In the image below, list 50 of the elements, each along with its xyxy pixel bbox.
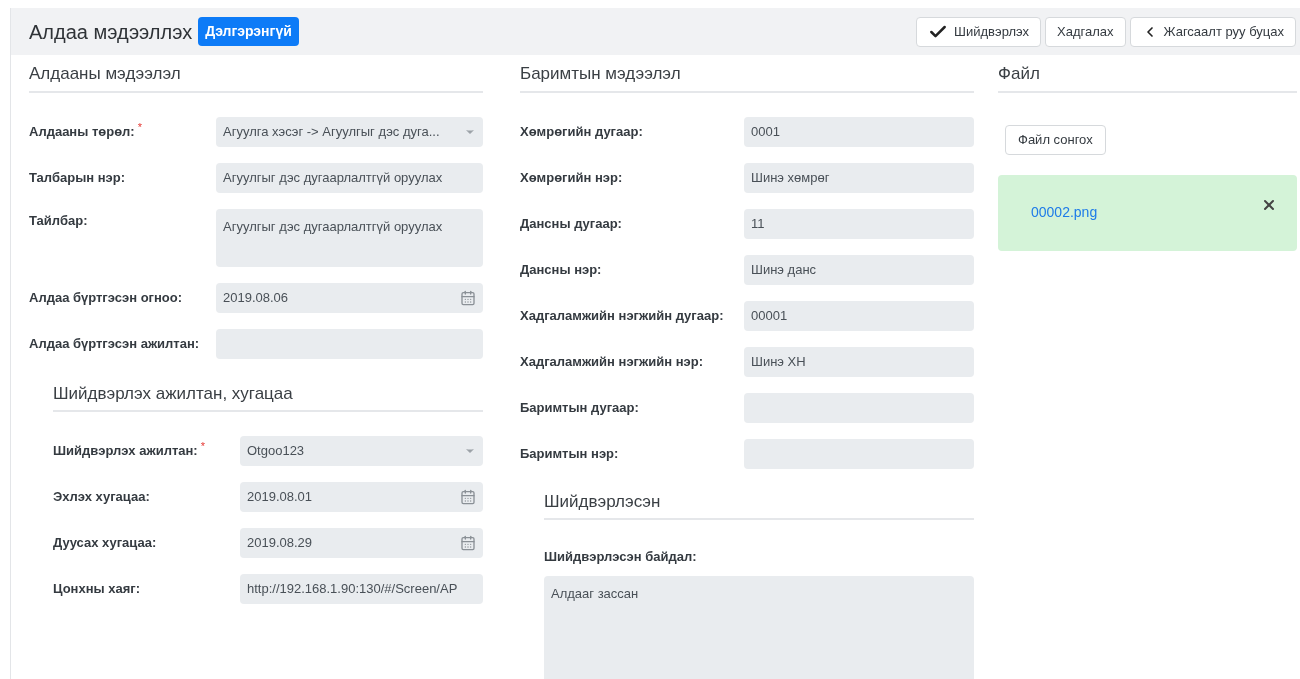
- date-field[interactable]: 2019.08.01: [240, 482, 483, 512]
- field-label: Хөмрөгийн нэр:: [520, 168, 623, 187]
- select-field[interactable]: Otgoo123: [240, 436, 483, 466]
- text-area[interactable]: Агуулгыг дэс дугаарлалтгүй оруулах: [216, 208, 483, 267]
- field-label: Шийдвэрлэсэн байдал:: [544, 549, 697, 564]
- field-label: Шийдвэрлэх ажилтан:: [53, 442, 198, 461]
- field-label: Дуусах хугацаа:: [53, 534, 157, 553]
- status-badge: Дэлгэрэнгүй: [198, 17, 299, 46]
- field-label: Баримтын дугаар:: [520, 398, 639, 417]
- field-label: Дансны дугаар:: [520, 214, 622, 233]
- section-title: Файл: [998, 64, 1040, 83]
- required-mark: *: [137, 121, 142, 133]
- calendar-icon: [460, 289, 476, 306]
- text-field[interactable]: 11: [744, 208, 974, 239]
- date-field[interactable]: 2019.08.06: [216, 282, 483, 313]
- section-title: Баримтын мэдээлэл: [520, 64, 681, 83]
- section-title: Шийдвэрлэсэн: [544, 491, 661, 511]
- toolbar-button[interactable]: Жагсаалт руу буцах: [1129, 16, 1296, 47]
- section-title: Шийдвэрлэх ажилтан, хугацаа: [53, 383, 293, 403]
- field-label: Баримтын нэр:: [520, 444, 619, 463]
- text-area[interactable]: Алдааг зассан: [544, 576, 974, 679]
- text-field[interactable]: 00001: [744, 300, 974, 331]
- field-label: Дансны нэр:: [520, 260, 602, 279]
- required-mark: *: [200, 441, 205, 453]
- select-field[interactable]: Агуулга хэсэг -> Агуулгыг дэс дуга...: [216, 116, 483, 147]
- calendar-icon: [460, 489, 476, 505]
- toolbar-button[interactable]: Хадгалах: [1045, 16, 1126, 47]
- section-title: Алдааны мэдээлэл: [29, 64, 181, 83]
- calendar-icon: [460, 535, 476, 551]
- text-field[interactable]: http://192.168.1.90:130/#/Screen/AP: [240, 574, 483, 604]
- toolbar-button[interactable]: Шийдвэрлэх: [916, 16, 1041, 47]
- field-label: Хадгаламжийн нэгжийн нэр:: [520, 352, 703, 371]
- text-field[interactable]: Шинэ ХН: [744, 346, 974, 377]
- page-title: Алдаа мэдээллэх: [29, 19, 193, 45]
- date-field[interactable]: 2019.08.29: [240, 528, 483, 558]
- field-label: Цонхны хаяг:: [53, 580, 141, 599]
- field-label: Хөмрөгийн дугаар:: [520, 122, 643, 141]
- field-label: Эхлэх хугацаа:: [53, 488, 150, 507]
- text-field[interactable]: Агуулгыг дэс дугаарлалтгүй оруулах: [216, 162, 483, 193]
- field-label: Алдаа бүртгэсэн ажилтан:: [29, 334, 200, 353]
- text-field[interactable]: Шинэ хөмрөг: [744, 162, 974, 193]
- field-label: Хадгаламжийн нэгжийн дугаар:: [520, 306, 724, 325]
- field-label: Алдааны төрөл:: [29, 122, 135, 141]
- field-label: Алдаа бүртгэсэн огноо:: [29, 288, 183, 307]
- file-link[interactable]: 00002.png: [1031, 202, 1098, 223]
- choose-file-button[interactable]: Файл сонгох: [1005, 124, 1106, 155]
- text-field[interactable]: Шинэ данс: [744, 254, 974, 285]
- text-field[interactable]: 0001: [744, 116, 974, 147]
- field-label: Тайлбар:: [29, 211, 88, 230]
- field-label: Талбарын нэр:: [29, 168, 125, 187]
